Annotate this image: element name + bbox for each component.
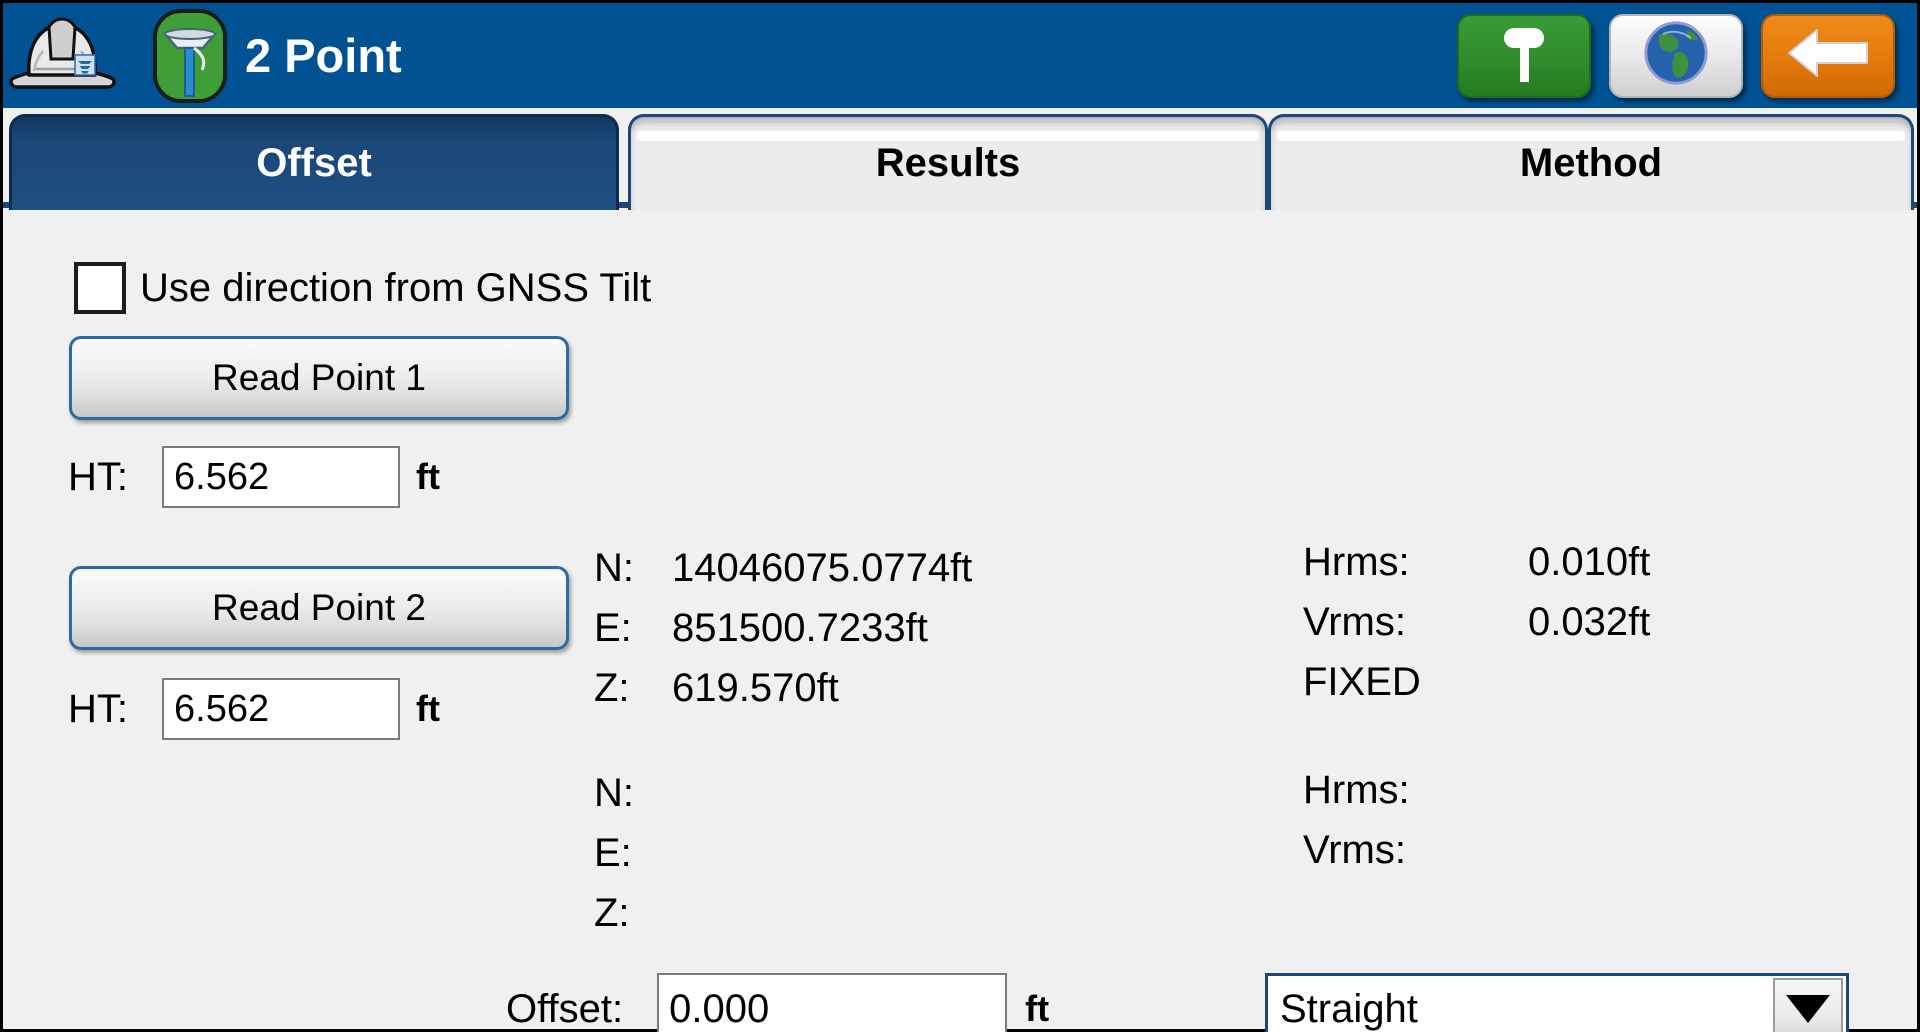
- point1-quality: Hrms: 0.010ft Vrms: 0.032ft FIXED: [1303, 532, 1650, 712]
- tilt-direction-checkbox-row[interactable]: Use direction from GNSS Tilt: [74, 262, 651, 314]
- point1-ht-label: HT:: [68, 454, 128, 499]
- tab-results-label: Results: [875, 141, 1021, 185]
- point1-ht-row: HT: 6.562 ft: [68, 446, 440, 508]
- read-point-2-button[interactable]: Read Point 2: [69, 566, 569, 650]
- offset-type-value: Straight: [1280, 986, 1418, 1031]
- point2-elevation-row: Z:: [594, 883, 672, 943]
- point1-z-value: 619.570ft: [672, 665, 839, 710]
- read-point-1-button[interactable]: Read Point 1: [69, 336, 569, 420]
- point2-coordinates: N: E: Z:: [594, 763, 672, 943]
- point2-e-label: E:: [594, 830, 632, 875]
- point2-ht-label: HT:: [68, 686, 128, 731]
- point1-vrms-value: 0.032ft: [1528, 599, 1651, 644]
- point1-northing-row: N: 14046075.0774ft: [594, 538, 972, 598]
- offset-type-dropdown-button[interactable]: [1773, 978, 1843, 1032]
- point2-northing-row: N:: [594, 763, 672, 823]
- point1-vrms-row: Vrms: 0.032ft: [1303, 592, 1650, 652]
- point1-hrms-row: Hrms: 0.010ft: [1303, 532, 1650, 592]
- point2-hrms-row: Hrms:: [1303, 760, 1528, 820]
- point2-ht-unit: ft: [416, 688, 440, 729]
- point1-ht-unit: ft: [416, 456, 440, 497]
- hard-hat-icon: [3, 3, 121, 108]
- offset-input[interactable]: 0.000: [657, 973, 1008, 1032]
- stake-pole-icon: [1490, 22, 1558, 89]
- page-title: 2 Point: [245, 29, 402, 82]
- tab-offset-label: Offset: [256, 141, 372, 185]
- point1-ht-value: 6.562: [174, 455, 270, 498]
- point1-hrms-label: Hrms:: [1303, 539, 1410, 584]
- point1-n-value: 14046075.0774ft: [672, 545, 973, 590]
- chevron-down-icon: [1786, 995, 1830, 1023]
- tab-results[interactable]: Results: [628, 114, 1268, 210]
- offset-unit: ft: [1025, 988, 1050, 1029]
- point2-z-label: Z:: [594, 890, 630, 935]
- point2-ht-input[interactable]: 6.562: [162, 678, 400, 740]
- point1-e-value: 851500.7233ft: [672, 605, 928, 650]
- read-point-2-label: Read Point 2: [212, 587, 426, 628]
- point1-coordinates: N: 14046075.0774ft E: 851500.7233ft Z: 6…: [594, 538, 972, 718]
- point1-hrms-value: 0.010ft: [1528, 539, 1651, 584]
- map-view-button[interactable]: [1609, 13, 1743, 98]
- point1-status-badge: FIXED: [1303, 659, 1421, 704]
- point1-easting-row: E: 851500.7233ft: [594, 598, 972, 658]
- point2-n-label: N:: [594, 770, 634, 815]
- point2-ht-row: HT: 6.562 ft: [68, 678, 440, 740]
- point1-n-label: N:: [594, 545, 634, 590]
- point2-vrms-row: Vrms:: [1303, 820, 1528, 880]
- stake-point-button[interactable]: [1457, 13, 1591, 98]
- offset-type-dropdown[interactable]: Straight: [1265, 973, 1849, 1032]
- tilt-direction-label: Use direction from GNSS Tilt: [140, 265, 652, 310]
- offset-value: 0.000: [669, 986, 770, 1031]
- point1-elevation-row: Z: 619.570ft: [594, 658, 972, 718]
- left-arrow-icon: [1785, 24, 1871, 87]
- back-button[interactable]: [1761, 13, 1895, 98]
- point1-status-row: FIXED: [1303, 652, 1650, 712]
- offset-row: Offset: 0.000 ft: [506, 973, 1049, 1032]
- point1-z-label: Z:: [594, 665, 630, 710]
- tab-bar: Offset Results Method: [3, 108, 1917, 210]
- tab-offset[interactable]: Offset: [9, 114, 619, 210]
- tab-method[interactable]: Method: [1268, 114, 1914, 210]
- point2-easting-row: E:: [594, 823, 672, 883]
- read-point-1-label: Read Point 1: [212, 357, 426, 398]
- point2-hrms-label: Hrms:: [1303, 767, 1410, 812]
- point1-ht-input[interactable]: 6.562: [162, 446, 400, 508]
- point2-quality: Hrms: Vrms:: [1303, 760, 1528, 880]
- offset-panel: Use direction from GNSS Tilt Read Point …: [6, 208, 1914, 1032]
- tab-method-label: Method: [1519, 141, 1663, 185]
- point1-e-label: E:: [594, 605, 632, 650]
- application-window: 2 Point Offset Results Method Use direct…: [0, 0, 1920, 1032]
- gnss-antenna-icon: [151, 8, 229, 104]
- point2-vrms-label: Vrms:: [1303, 827, 1406, 872]
- offset-label: Offset:: [506, 986, 624, 1031]
- title-bar: 2 Point: [3, 3, 1917, 108]
- point2-ht-value: 6.562: [174, 687, 270, 730]
- point1-vrms-label: Vrms:: [1303, 599, 1406, 644]
- tilt-direction-checkbox[interactable]: [74, 262, 126, 314]
- globe-icon: [1641, 18, 1711, 93]
